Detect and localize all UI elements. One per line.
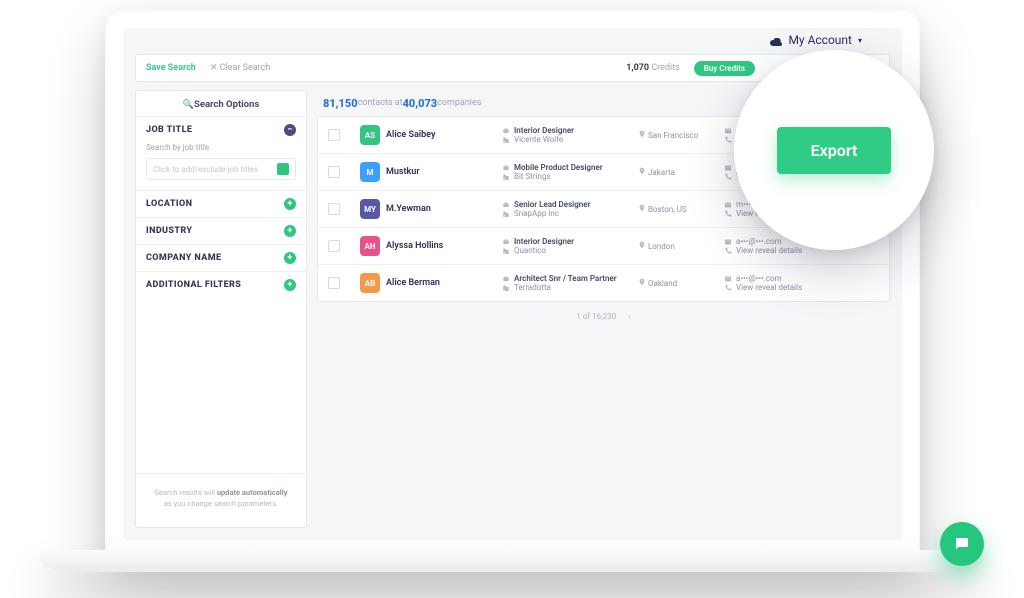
row-checkbox[interactable] (328, 166, 340, 178)
facet-location[interactable]: LOCATION + (136, 190, 306, 217)
clear-search-button[interactable]: ✕ Clear Search (210, 63, 270, 73)
expand-icon: + (284, 279, 296, 291)
facet-job-title[interactable]: JOB TITLE − (136, 116, 306, 143)
cloud-icon (770, 35, 782, 45)
table-row[interactable]: AB Alice Berman Architect Snr / Team Partn… (318, 264, 889, 301)
contact-name: Alice Berman (386, 278, 496, 288)
contact-name: Alice Saibey (386, 130, 496, 140)
export-button[interactable]: Export (777, 127, 892, 174)
job-title-input[interactable]: Click to add/exclude job titles (146, 158, 296, 180)
save-search-button[interactable]: Save Search (146, 63, 196, 73)
contact-column: a•••@•••.comView reveal details (724, 274, 879, 292)
laptop-base (40, 550, 984, 572)
expand-icon: + (284, 252, 296, 264)
location-column: Boston, US (638, 204, 718, 214)
job-column: Senior Lead DesignerSnapApp Inc (502, 200, 632, 218)
pager-label: 1 of 16,230 (576, 312, 616, 321)
expand-icon: + (284, 198, 296, 210)
pager-next-button[interactable]: › (628, 312, 630, 321)
row-checkbox[interactable] (328, 129, 340, 141)
account-label: My Account (788, 33, 852, 47)
location-column: London (638, 241, 718, 251)
facet-company-name[interactable]: COMPANY NAME + (136, 244, 306, 271)
tag-chip-icon (277, 163, 289, 175)
avatar: AH (360, 236, 380, 256)
chat-fab[interactable] (940, 522, 984, 566)
expand-icon: + (284, 225, 296, 237)
search-options-title: Search Options (136, 91, 306, 116)
caret-down-icon: ▾ (858, 36, 862, 45)
location-column: Jakarta (638, 167, 718, 177)
row-checkbox[interactable] (328, 203, 340, 215)
job-column: Interior DesignerQuantico (502, 237, 632, 255)
contact-name: Alyssa Hollins (386, 241, 496, 251)
collapse-icon: − (284, 124, 296, 136)
avatar: M (360, 162, 380, 182)
location-column: San Francisco (638, 130, 718, 140)
sidebar: Search Options JOB TITLE − Search by job… (135, 90, 307, 528)
location-column: Oakland (638, 278, 718, 288)
export-callout: Export (734, 50, 934, 250)
avatar: AB (360, 273, 380, 293)
contact-name: Mustkur (386, 167, 496, 177)
avatar: AS (360, 125, 380, 145)
facet-additional-filters[interactable]: ADDITIONAL FILTERS + (136, 271, 306, 298)
account-menu[interactable]: My Account ▾ (123, 28, 902, 52)
contact-name: M.Yewman (386, 204, 496, 214)
credits-display: 1,070 Credits (626, 63, 680, 73)
job-title-placeholder: Click to add/exclude job titles (153, 165, 258, 174)
row-checkbox[interactable] (328, 240, 340, 252)
job-column: Mobile Product DesignerBit Strings (502, 163, 632, 181)
avatar: MY (360, 199, 380, 219)
chat-icon (953, 535, 971, 553)
sidebar-note: Search results will update automatically… (136, 473, 306, 527)
row-checkbox[interactable] (328, 277, 340, 289)
facet-job-title-sub: Search by job title (136, 143, 306, 158)
buy-credits-button[interactable]: Buy Credits (694, 61, 755, 76)
job-column: Architect Snr / Team PartnerTerradotta (502, 274, 632, 292)
pager: 1 of 16,230 › (317, 302, 890, 327)
facet-industry[interactable]: INDUSTRY + (136, 217, 306, 244)
job-column: Interior DesignerVicente Wolfe (502, 126, 632, 144)
